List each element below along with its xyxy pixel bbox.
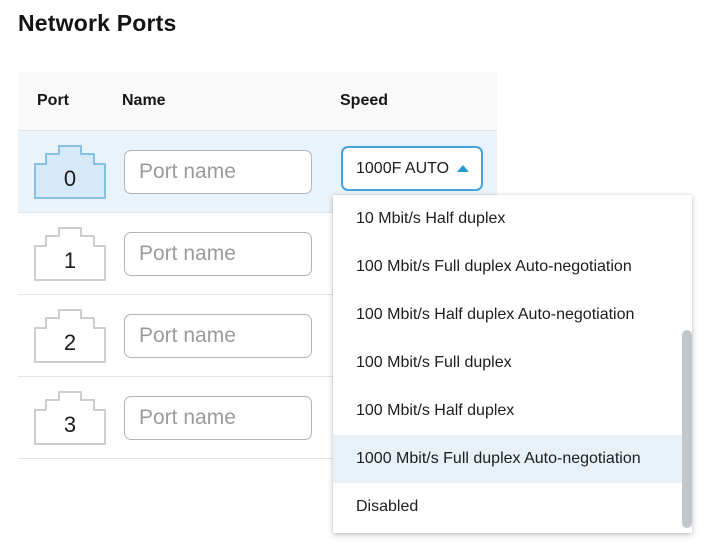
- menu-item-100-half[interactable]: 100 Mbit/s Half duplex: [333, 387, 692, 435]
- menu-item-disabled[interactable]: Disabled: [333, 483, 692, 531]
- menu-item-100-full[interactable]: 100 Mbit/s Full duplex: [333, 339, 692, 387]
- port-name-input[interactable]: [124, 150, 312, 194]
- table-header: Port Name Speed: [18, 72, 497, 131]
- port-name-input[interactable]: [124, 396, 312, 440]
- port-icon: 2: [33, 308, 107, 364]
- port-icon: 0: [33, 144, 107, 200]
- speed-select[interactable]: 1000F AUTO: [341, 146, 483, 191]
- port-name-input[interactable]: [124, 314, 312, 358]
- menu-item-100-full-auto[interactable]: 100 Mbit/s Full duplex Auto-negotiation: [333, 243, 692, 291]
- speed-select-value: 1000F AUTO: [356, 160, 451, 178]
- column-header-speed: Speed: [340, 72, 388, 130]
- port-number: 1: [33, 242, 107, 280]
- speed-options-menu: 10 Mbit/s Half duplex 100 Mbit/s Full du…: [333, 195, 692, 533]
- port-name-input[interactable]: [124, 232, 312, 276]
- port-number: 3: [33, 406, 107, 444]
- port-icon: 3: [33, 390, 107, 446]
- menu-item-100-half-auto[interactable]: 100 Mbit/s Half duplex Auto-negotiation: [333, 291, 692, 339]
- port-icon: 1: [33, 226, 107, 282]
- menu-item-10-half[interactable]: 10 Mbit/s Half duplex: [333, 195, 692, 243]
- menu-item-1000-full-auto[interactable]: 1000 Mbit/s Full duplex Auto-negotiation: [333, 435, 692, 483]
- menu-scrollbar-thumb[interactable]: [682, 330, 692, 528]
- column-header-name: Name: [122, 72, 166, 130]
- caret-up-icon: [457, 165, 469, 172]
- port-number: 0: [33, 160, 107, 198]
- port-number: 2: [33, 324, 107, 362]
- page-title: Network Ports: [18, 10, 177, 37]
- column-header-port: Port: [37, 72, 69, 130]
